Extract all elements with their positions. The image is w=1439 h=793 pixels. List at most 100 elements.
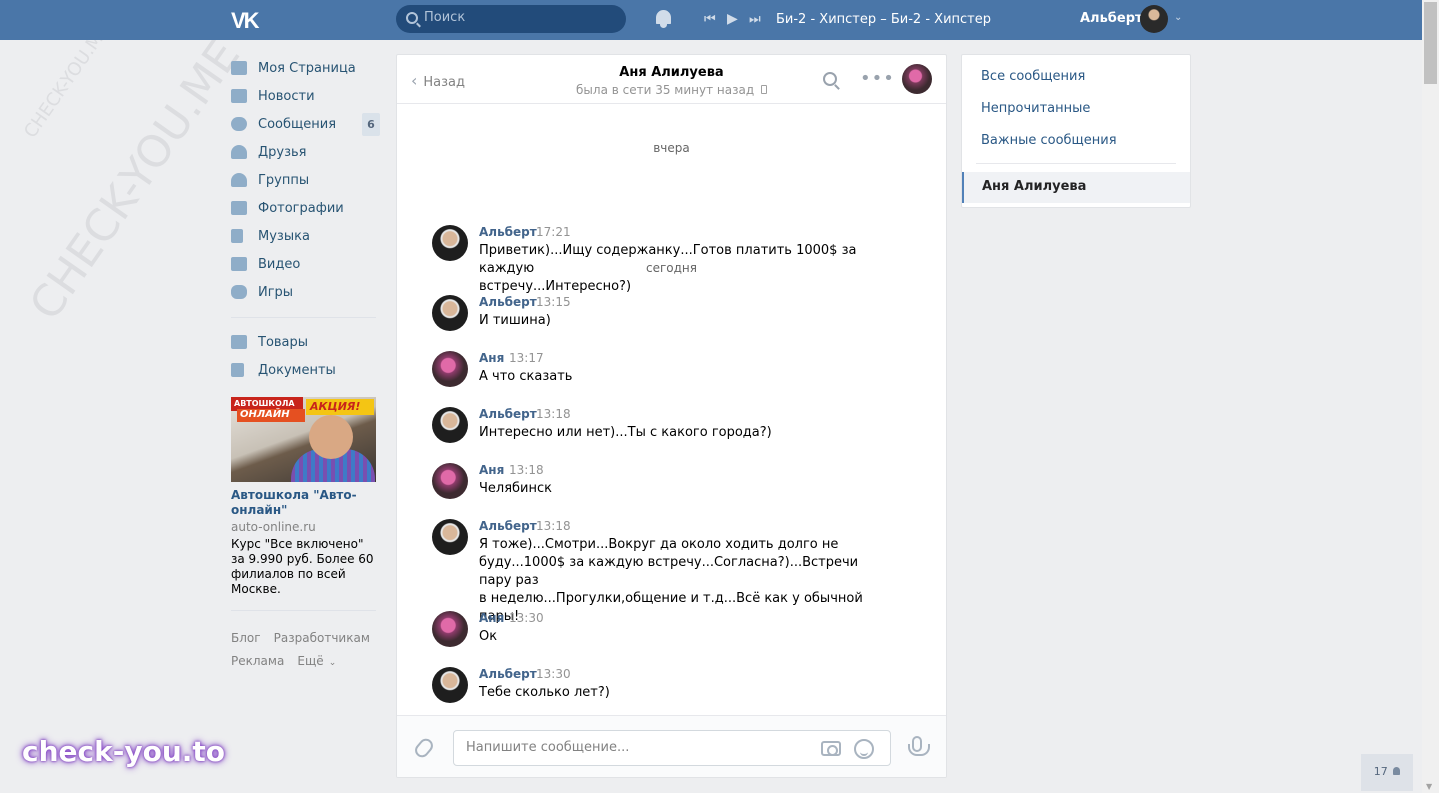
- message-list: вчера Альберт 17:21 Приветик)...Ищу соде…: [397, 105, 946, 715]
- message-text: И тишина): [479, 313, 551, 328]
- bell-icon[interactable]: [655, 10, 672, 28]
- avatar[interactable]: [432, 611, 468, 647]
- filter-all-messages[interactable]: Все сообщения: [981, 69, 1085, 84]
- previous-track-icon[interactable]: ⏮: [704, 12, 716, 27]
- page-scrollbar[interactable]: ▼: [1422, 0, 1439, 793]
- sidebar-item-market[interactable]: Товары: [231, 328, 376, 356]
- sidebar-item-friends[interactable]: Друзья: [231, 138, 376, 166]
- ad-title[interactable]: Автошкола "Авто-онлайн": [231, 488, 376, 518]
- message-author[interactable]: Альберт: [479, 225, 537, 239]
- date-divider: сегодня: [646, 261, 697, 275]
- message-author[interactable]: Альберт: [479, 667, 537, 681]
- sidebar-item-label: Товары: [258, 334, 309, 350]
- ad-domain: auto-online.ru: [231, 520, 316, 534]
- search-input[interactable]: Поиск: [396, 5, 626, 33]
- ad-block[interactable]: АВТОШКОЛА ОНЛАЙН АКЦИЯ! Автошкола "Авто-…: [231, 397, 376, 597]
- user-avatar[interactable]: [1140, 5, 1168, 33]
- sidebar-item-label: Группы: [258, 172, 310, 188]
- message-author[interactable]: Альберт: [479, 407, 537, 421]
- scrollbar-thumb[interactable]: [1424, 2, 1437, 84]
- video-icon: [231, 257, 247, 271]
- message-input-placeholder: Напишите сообщение...: [466, 740, 630, 755]
- ad-text: Курс "Все включено" за 9.990 руб. Более …: [231, 537, 374, 596]
- sidebar-nav: Моя Страница Новости Сообщения Друзья Гр…: [231, 54, 376, 384]
- avatar[interactable]: [432, 519, 468, 555]
- vk-logo[interactable]: VK: [231, 8, 265, 33]
- contact-avatar[interactable]: [902, 64, 932, 94]
- message-author[interactable]: Альберт: [479, 295, 537, 309]
- search-icon[interactable]: [823, 72, 837, 86]
- avatar[interactable]: [432, 667, 468, 703]
- sidebar-item-label: Моя Страница: [258, 60, 356, 76]
- message-filters-panel: Все сообщения Непрочитанные Важные сообщ…: [961, 54, 1191, 208]
- top-bar: VK Поиск ⏮ ▶ ⏭ Би-2 - Хипстер – Би-2 - Х…: [0, 0, 1422, 40]
- filter-important[interactable]: Важные сообщения: [981, 133, 1117, 148]
- message-text: Тебе сколько лет?): [479, 685, 610, 700]
- avatar[interactable]: [432, 225, 468, 261]
- avatar[interactable]: [432, 351, 468, 387]
- avatar[interactable]: [432, 295, 468, 331]
- message-author[interactable]: Аня: [479, 463, 504, 477]
- message-time: 13:15: [536, 295, 571, 309]
- bag-icon: [231, 335, 247, 349]
- avatar[interactable]: [432, 463, 468, 499]
- microphone-icon[interactable]: [908, 736, 930, 756]
- user-name[interactable]: Альберт: [1080, 11, 1143, 26]
- play-icon[interactable]: ▶: [727, 11, 738, 27]
- chevron-down-icon[interactable]: ⌄: [1174, 12, 1182, 23]
- sidebar-item-games[interactable]: Игры: [231, 278, 376, 306]
- search-placeholder: Поиск: [424, 10, 466, 25]
- divider: [976, 163, 1176, 164]
- avatar[interactable]: [432, 407, 468, 443]
- sidebar-item-my-page[interactable]: Моя Страница: [231, 54, 376, 82]
- person-icon: [1393, 767, 1401, 775]
- footer-link-blog[interactable]: Блог: [231, 631, 261, 645]
- filter-unread[interactable]: Непрочитанные: [981, 101, 1090, 116]
- emoji-icon[interactable]: [854, 739, 874, 759]
- message-text: А что сказать: [479, 369, 573, 384]
- message-author[interactable]: Альберт: [479, 519, 537, 533]
- sidebar-item-music[interactable]: Музыка: [231, 222, 376, 250]
- attach-icon[interactable]: [412, 735, 436, 761]
- sidebar-item-messages[interactable]: Сообщения: [231, 110, 376, 138]
- sidebar-item-groups[interactable]: Группы: [231, 166, 376, 194]
- games-icon: [231, 285, 247, 299]
- chevron-down-icon[interactable]: ⌄: [329, 658, 337, 668]
- current-track[interactable]: Би-2 - Хипстер – Би-2 - Хипстер: [776, 12, 991, 27]
- message-author[interactable]: Аня: [479, 351, 504, 365]
- footer-link-ads[interactable]: Реклама: [231, 654, 284, 668]
- message-time: 17:21: [536, 225, 571, 239]
- footer-link-developers[interactable]: Разработчикам: [274, 631, 370, 645]
- scroll-down-arrow-icon[interactable]: ▼: [1426, 782, 1432, 791]
- sidebar-item-label: Фотографии: [258, 200, 344, 216]
- message-text: Ок: [479, 629, 498, 644]
- watermark-text: CHECK-YOU.ME: [20, 40, 115, 143]
- sidebar-item-documents[interactable]: Документы: [231, 356, 376, 384]
- divider: [231, 317, 376, 318]
- next-track-icon[interactable]: ⏭: [749, 12, 761, 27]
- camera-icon[interactable]: [821, 741, 841, 756]
- messages-icon: [231, 117, 247, 131]
- ad-banner-promo: АКЦИЯ!: [306, 399, 374, 415]
- camera-icon: [231, 201, 247, 215]
- sidebar-item-news[interactable]: Новости: [231, 82, 376, 110]
- sidebar-item-video[interactable]: Видео: [231, 250, 376, 278]
- sidebar-item-photos[interactable]: Фотографии: [231, 194, 376, 222]
- more-icon[interactable]: •••: [860, 68, 895, 89]
- message-author[interactable]: Аня: [479, 611, 504, 625]
- online-friends-button[interactable]: 17: [1361, 754, 1413, 791]
- ad-banner-line2: ОНЛАЙН: [237, 409, 305, 422]
- sidebar-item-label: Новости: [258, 88, 315, 104]
- online-status-text: была в сети 35 минут назад: [576, 83, 755, 97]
- music-icon: [231, 229, 243, 243]
- conversation-item-active[interactable]: Аня Алилуева: [962, 172, 1190, 203]
- footer-link-more[interactable]: Ещё: [297, 654, 323, 668]
- home-icon: [231, 61, 247, 75]
- footer-links: Блог Разработчикам Реклама Ещё ⌄: [231, 610, 376, 669]
- document-icon: [231, 363, 244, 377]
- chat-panel: ‹ Назад Аня Алилуева была в сети 35 минут…: [396, 54, 947, 778]
- ad-image[interactable]: АВТОШКОЛА ОНЛАЙН АКЦИЯ!: [231, 397, 376, 482]
- message-text: Челябинск: [479, 481, 553, 496]
- messages-count-badge: 6: [362, 113, 380, 136]
- compose-bar: Напишите сообщение...: [397, 715, 946, 777]
